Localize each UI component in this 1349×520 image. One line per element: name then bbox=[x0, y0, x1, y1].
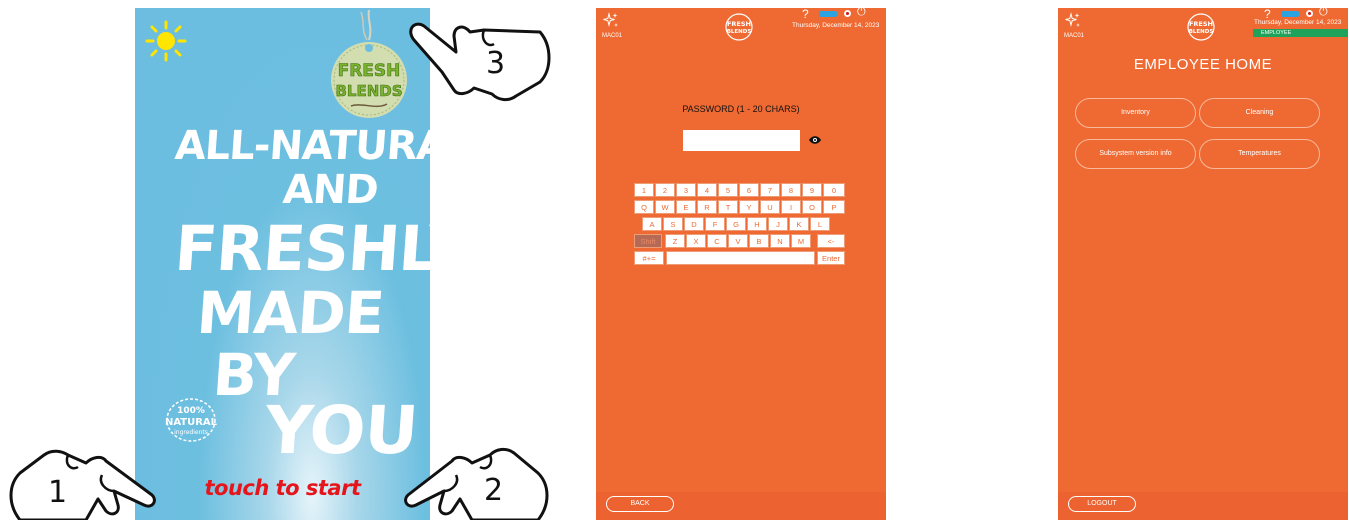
subsystem-version-button[interactable]: Subsystem version info bbox=[1075, 139, 1196, 169]
key[interactable]: 3 bbox=[676, 183, 696, 197]
headline-line: AND bbox=[281, 167, 380, 213]
key[interactable]: 4 bbox=[697, 183, 717, 197]
key[interactable]: O bbox=[802, 200, 822, 214]
key[interactable]: D bbox=[684, 217, 704, 231]
key[interactable]: 6 bbox=[739, 183, 759, 197]
date-time: Thursday, December 14, 2023 bbox=[792, 22, 880, 29]
key[interactable]: 7 bbox=[760, 183, 780, 197]
key[interactable]: C bbox=[707, 234, 727, 248]
top-bar: MAC01 FRESH BLENDS ? ⏻ Thursday, Decembe… bbox=[1058, 8, 1348, 44]
cleaning-button[interactable]: Cleaning bbox=[1199, 98, 1320, 128]
key[interactable]: W bbox=[655, 200, 675, 214]
key[interactable]: X bbox=[686, 234, 706, 248]
status-icons: ? ⏻ bbox=[802, 8, 886, 21]
headline-line: MADE bbox=[194, 279, 386, 347]
key[interactable]: J bbox=[768, 217, 788, 231]
role-badge: EMPLOYEE bbox=[1253, 29, 1348, 37]
key[interactable]: R bbox=[697, 200, 717, 214]
backspace-key[interactable]: <- bbox=[817, 234, 845, 248]
svg-text:BLENDS: BLENDS bbox=[1189, 29, 1214, 35]
power-icon[interactable]: ⏻ bbox=[857, 8, 866, 19]
alert-icon bbox=[844, 10, 851, 17]
alert-icon bbox=[1306, 10, 1313, 17]
machine-id: MAC01 bbox=[602, 33, 623, 39]
headline-line: FRESHLY bbox=[172, 212, 430, 285]
pointing-hand-icon: 1 bbox=[2, 435, 160, 520]
key[interactable]: H bbox=[747, 217, 767, 231]
page-title: EMPLOYEE HOME bbox=[1133, 56, 1273, 73]
date-time: Thursday, December 14, 2023 bbox=[1254, 19, 1342, 26]
password-screen: MAC01 FRESH BLENDS ? ⏻ Thursday, Decembe… bbox=[596, 8, 886, 520]
headline-line: YOU bbox=[262, 392, 420, 469]
svg-text:FRESH: FRESH bbox=[727, 20, 751, 28]
bottom-bar: BACK bbox=[596, 492, 886, 520]
key[interactable]: U bbox=[760, 200, 780, 214]
svg-text:FRESH: FRESH bbox=[1189, 20, 1213, 28]
key[interactable]: M bbox=[791, 234, 811, 248]
svg-text:100%: 100% bbox=[177, 406, 205, 416]
key[interactable]: P bbox=[823, 200, 845, 214]
key[interactable]: E bbox=[676, 200, 696, 214]
battery-icon bbox=[1281, 11, 1299, 17]
key[interactable]: T bbox=[718, 200, 738, 214]
key[interactable]: S bbox=[663, 217, 683, 231]
power-icon[interactable]: ⏻ bbox=[1319, 8, 1328, 19]
key[interactable]: 9 bbox=[802, 183, 822, 197]
help-icon[interactable]: ? bbox=[802, 8, 809, 21]
key[interactable]: I bbox=[781, 200, 801, 214]
svg-text:ingredients: ingredients bbox=[174, 429, 208, 436]
top-bar: MAC01 FRESH BLENDS ? ⏻ Thursday, Decembe… bbox=[596, 8, 886, 44]
key[interactable]: G bbox=[726, 217, 746, 231]
bottom-bar: LOGOUT bbox=[1058, 492, 1348, 520]
callout-number: 2 bbox=[484, 473, 504, 508]
key[interactable]: Z bbox=[665, 234, 685, 248]
sparkle-icon[interactable] bbox=[602, 12, 620, 30]
inventory-button[interactable]: Inventory bbox=[1075, 98, 1196, 128]
fresh-blends-logo: FRESH BLENDS bbox=[1187, 13, 1215, 41]
key[interactable]: 0 bbox=[823, 183, 845, 197]
machine-id: MAC01 bbox=[1064, 33, 1085, 39]
callout-number: 1 bbox=[48, 475, 68, 510]
pointing-hand-icon: 2 bbox=[402, 435, 554, 520]
callout-number: 3 bbox=[486, 46, 506, 81]
key[interactable]: Y bbox=[739, 200, 759, 214]
key[interactable]: N bbox=[770, 234, 790, 248]
enter-key[interactable]: Enter bbox=[817, 251, 845, 265]
sun-icon bbox=[145, 20, 187, 62]
eye-icon[interactable] bbox=[808, 135, 822, 145]
svg-text:NATURAL: NATURAL bbox=[165, 417, 217, 428]
key[interactable]: A bbox=[642, 217, 662, 231]
key[interactable]: 1 bbox=[634, 183, 654, 197]
temperatures-button[interactable]: Temperatures bbox=[1199, 139, 1320, 169]
key[interactable]: 8 bbox=[781, 183, 801, 197]
key[interactable]: L bbox=[810, 217, 830, 231]
logout-button[interactable]: LOGOUT bbox=[1068, 496, 1136, 512]
password-input[interactable] bbox=[683, 130, 800, 151]
splash-screen[interactable]: FRESH BLENDS ALL-NATURAL AND FRESHLY MAD… bbox=[135, 8, 430, 520]
touch-to-start-label[interactable]: touch to start bbox=[135, 476, 430, 500]
space-key[interactable] bbox=[666, 251, 815, 265]
key[interactable]: F bbox=[705, 217, 725, 231]
shift-key[interactable]: Shift bbox=[634, 234, 662, 248]
key[interactable]: 2 bbox=[655, 183, 675, 197]
employee-home-screen: MAC01 FRESH BLENDS ? ⏻ Thursday, Decembe… bbox=[1058, 8, 1348, 520]
fresh-blends-logo: FRESH BLENDS bbox=[725, 13, 753, 41]
password-title: PASSWORD (1 - 20 CHARS) bbox=[682, 104, 800, 114]
symbols-key[interactable]: #+= bbox=[634, 251, 664, 265]
back-button[interactable]: BACK bbox=[606, 496, 674, 512]
sparkle-icon[interactable] bbox=[1064, 12, 1082, 30]
battery-icon bbox=[819, 11, 837, 17]
natural-ingredients-badge: 100% NATURAL ingredients bbox=[165, 398, 217, 442]
key[interactable]: B bbox=[749, 234, 769, 248]
key[interactable]: 5 bbox=[718, 183, 738, 197]
pointing-hand-icon: 3 bbox=[400, 12, 555, 102]
key[interactable]: K bbox=[789, 217, 809, 231]
key[interactable]: V bbox=[728, 234, 748, 248]
key[interactable]: Q bbox=[634, 200, 654, 214]
svg-text:BLENDS: BLENDS bbox=[335, 82, 402, 100]
svg-text:FRESH: FRESH bbox=[338, 61, 401, 81]
headline-line: ALL-NATURAL bbox=[173, 123, 430, 169]
svg-text:BLENDS: BLENDS bbox=[727, 29, 752, 35]
